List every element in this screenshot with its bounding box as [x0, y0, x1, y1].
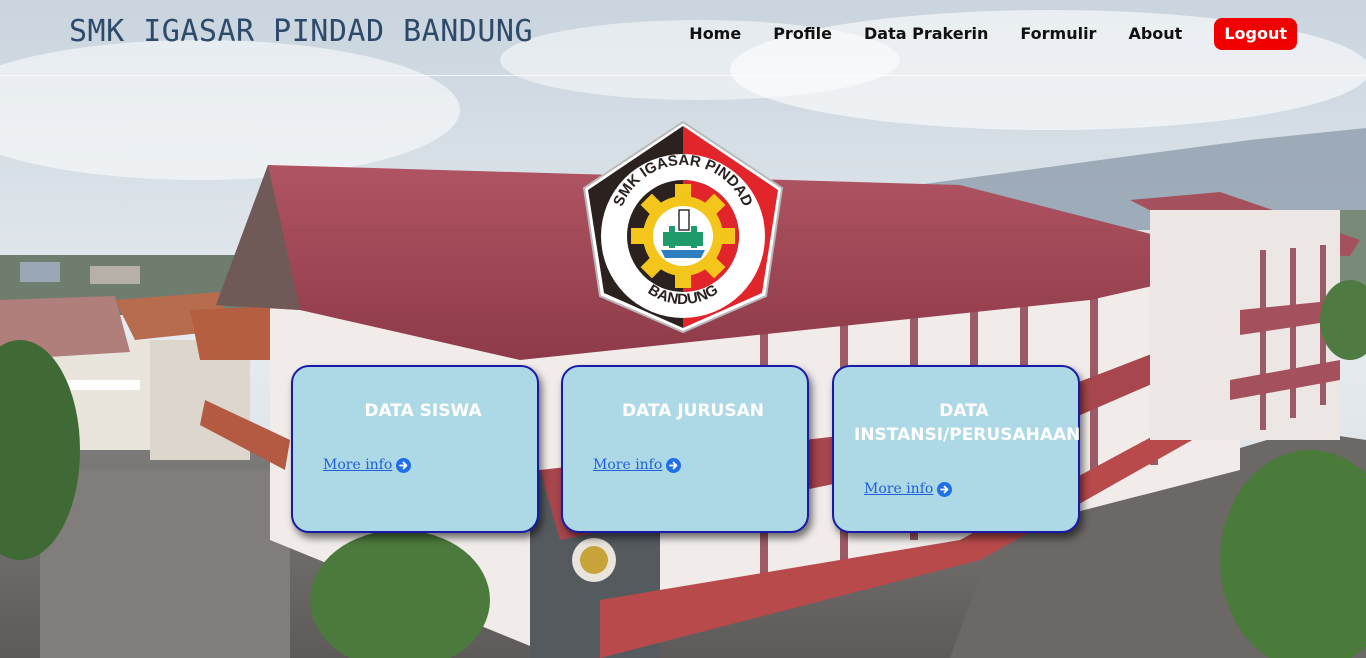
more-info-link[interactable]: More info [323, 457, 412, 473]
more-info-label: More info [864, 481, 934, 497]
more-info-link[interactable]: More info [593, 457, 682, 473]
card-title: DATA JURUSAN [622, 401, 764, 421]
site-brand[interactable]: SMK IGASAR PINDAD BANDUNG [69, 14, 533, 49]
logout-button[interactable]: Logout [1214, 18, 1297, 50]
nav-profile-link[interactable]: Profile [773, 18, 832, 50]
more-info-label: More info [323, 457, 393, 473]
arrow-right-circle-icon [396, 457, 412, 473]
nav-formulir-link[interactable]: Formulir [1020, 18, 1096, 50]
nav-about-link[interactable]: About [1128, 18, 1182, 50]
nav-home-link[interactable]: Home [689, 18, 741, 50]
card-title: DATA SISWA [364, 401, 482, 421]
more-info-link[interactable]: More info [864, 481, 953, 497]
card-data-jurusan: DATA JURUSAN More info [561, 365, 809, 533]
card-data-siswa: DATA SISWA More info [291, 365, 539, 533]
more-info-label: More info [593, 457, 663, 473]
arrow-right-circle-icon [666, 457, 682, 473]
school-logo: SMK IGASAR PINDAD BANDUNG [570, 118, 796, 336]
main-nav: Home Profile Data Prakerin Formulir Abou… [657, 18, 1297, 50]
card-title: DATA INSTANSI/PERUSAHAAN [854, 401, 1081, 445]
card-data-instansi: DATA INSTANSI/PERUSAHAAN More info [832, 365, 1080, 533]
arrow-right-circle-icon [937, 481, 953, 497]
top-navbar: SMK IGASAR PINDAD BANDUNG Home Profile D… [0, 0, 1366, 76]
nav-data-prakerin-link[interactable]: Data Prakerin [864, 18, 988, 50]
